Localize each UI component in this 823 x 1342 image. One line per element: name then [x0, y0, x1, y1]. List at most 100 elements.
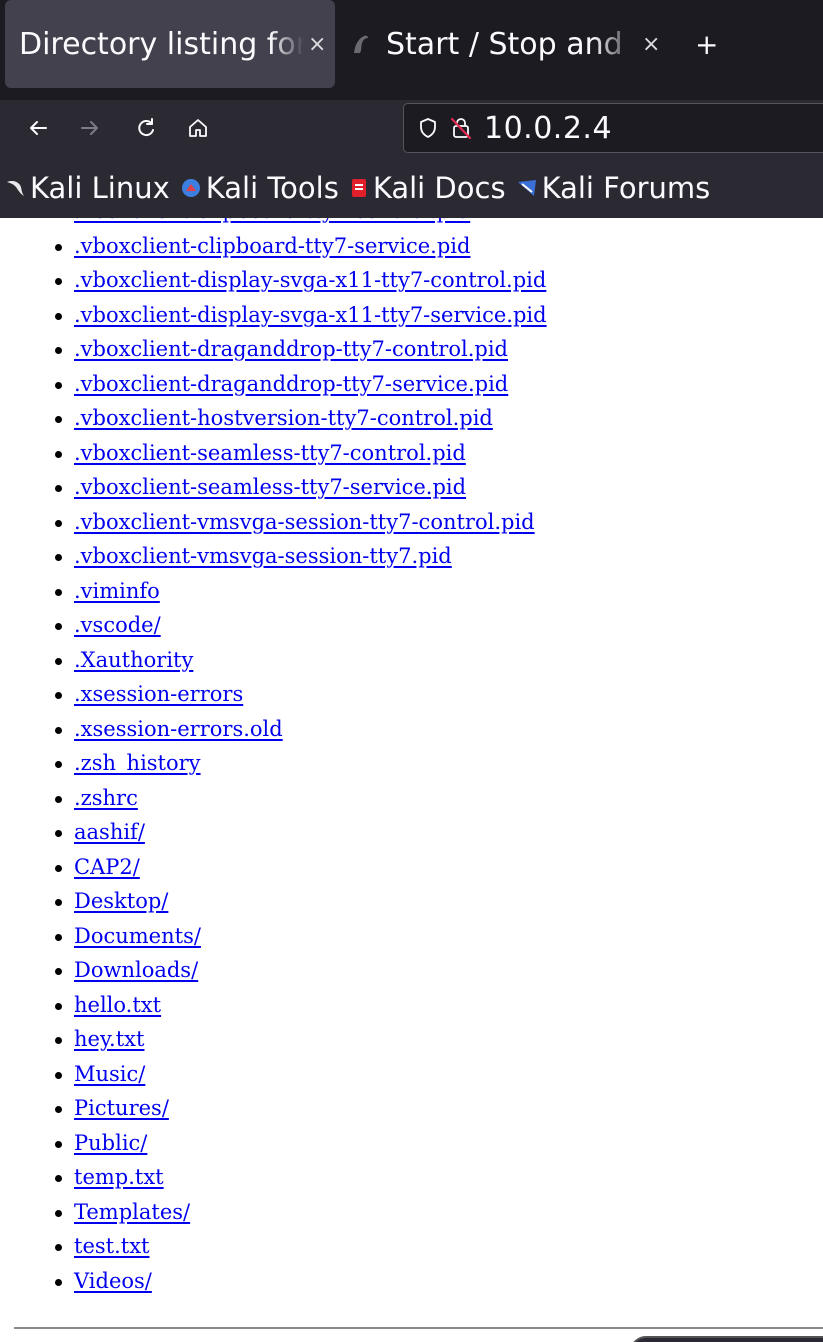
list-item: temp.txt: [30, 1160, 547, 1195]
reload-icon: [138, 118, 154, 137]
list-item: Public/: [30, 1126, 547, 1161]
url-text[interactable]: 10.0.2.4: [484, 111, 612, 146]
bookmarks-toolbar: Kali Linux Kali Tools Kali Docs Kali For…: [0, 158, 823, 218]
url-bar[interactable]: 10.0.2.4: [403, 103, 823, 153]
file-link[interactable]: .vboxclient-clipboard-tty7-control.pid: [74, 218, 470, 223]
bookmark-label: Kali Linux: [30, 171, 170, 205]
shield-icon[interactable]: [418, 117, 438, 139]
kali-docs-icon: [351, 179, 366, 197]
file-link[interactable]: Downloads/: [74, 958, 198, 982]
home-button[interactable]: [180, 110, 216, 146]
list-item: .vboxclient-draganddrop-tty7-service.pid: [30, 367, 547, 402]
tab-directory-listing[interactable]: Directory listing for ×: [5, 0, 335, 88]
file-list: .vboxclient-clipboard-tty7-control.pid .v…: [30, 218, 547, 1298]
file-link[interactable]: CAP2/: [74, 855, 140, 879]
list-item: .vboxclient-seamless-tty7-control.pid: [30, 436, 547, 471]
list-item: .vboxclient-clipboard-tty7-service.pid: [30, 229, 547, 264]
file-link[interactable]: Music/: [74, 1062, 145, 1086]
file-link[interactable]: .xsession-errors.old: [74, 717, 283, 741]
file-link[interactable]: .vboxclient-vmsvga-session-tty7-control.…: [74, 510, 535, 534]
file-link[interactable]: Pictures/: [74, 1096, 169, 1120]
forward-arrow-icon: [81, 121, 98, 135]
file-link[interactable]: .zshrc: [74, 786, 138, 810]
bookmark-label: Kali Tools: [205, 171, 339, 205]
kali-dragon-icon: [354, 35, 368, 53]
list-item: .vboxclient-display-svga-x11-tty7-contro…: [30, 263, 547, 298]
file-link[interactable]: .zsh_history: [74, 751, 201, 775]
tab-close-icon[interactable]: ×: [308, 32, 326, 57]
list-item: CAP2/: [30, 850, 547, 885]
file-link[interactable]: Documents/: [74, 924, 201, 948]
file-link[interactable]: test.txt: [74, 1234, 149, 1258]
file-link[interactable]: .vscode/: [74, 613, 161, 637]
kali-dragon-icon: [7, 181, 24, 196]
list-item: Desktop/: [30, 884, 547, 919]
list-item: Pictures/: [30, 1091, 547, 1126]
list-item: .vboxclient-vmsvga-session-tty7.pid: [30, 539, 547, 574]
list-item: .vboxclient-display-svga-x11-tty7-servic…: [30, 298, 547, 333]
file-link[interactable]: hello.txt: [74, 993, 161, 1017]
tab-title: Directory listing for: [19, 26, 304, 62]
tab-start-stop[interactable]: Start / Stop and ×: [352, 0, 682, 88]
list-item: .xsession-errors: [30, 677, 547, 712]
list-item: Music/: [30, 1057, 547, 1092]
list-item: test.txt: [30, 1229, 547, 1264]
list-item: Videos/: [30, 1264, 547, 1299]
bookmark-kali-tools[interactable]: Kali Tools: [180, 171, 339, 205]
tab-strip: Directory listing for × Start / Stop and…: [0, 0, 823, 100]
forward-button[interactable]: [72, 110, 108, 146]
file-link[interactable]: .viminfo: [74, 579, 160, 603]
file-link[interactable]: Videos/: [74, 1269, 152, 1293]
reload-button[interactable]: [128, 110, 164, 146]
list-item: Documents/: [30, 919, 547, 954]
bookmark-label: Kali Docs: [372, 171, 506, 205]
file-link[interactable]: .vboxclient-seamless-tty7-service.pid: [74, 475, 466, 499]
bookmark-kali-docs[interactable]: Kali Docs: [349, 171, 506, 205]
tab-close-icon[interactable]: ×: [642, 32, 660, 57]
file-link[interactable]: hey.txt: [74, 1027, 144, 1051]
list-item: .xsession-errors.old: [30, 712, 547, 747]
file-link[interactable]: Desktop/: [74, 889, 168, 913]
list-item: .vboxclient-draganddrop-tty7-control.pid: [30, 332, 547, 367]
list-item: .zshrc: [30, 781, 547, 816]
file-link[interactable]: .vboxclient-display-svga-x11-tty7-contro…: [74, 268, 546, 292]
file-link[interactable]: .vboxclient-clipboard-tty7-service.pid: [74, 234, 470, 258]
list-item: .vboxclient-seamless-tty7-service.pid: [30, 470, 547, 505]
file-link[interactable]: .xsession-errors: [74, 682, 243, 706]
list-item: .viminfo: [30, 574, 547, 609]
list-item: .vboxclient-vmsvga-session-tty7-control.…: [30, 505, 547, 540]
file-link[interactable]: aashif/: [74, 820, 145, 844]
file-link[interactable]: Public/: [74, 1131, 147, 1155]
list-item: .vscode/: [30, 608, 547, 643]
page-content: .vboxclient-clipboard-tty7-control.pid .v…: [0, 218, 823, 1342]
back-button[interactable]: [20, 110, 56, 146]
file-link[interactable]: .Xauthority: [74, 648, 193, 672]
bookmark-kali-forums[interactable]: Kali Forums: [516, 171, 711, 205]
file-link[interactable]: Templates/: [74, 1200, 190, 1224]
list-item: hello.txt: [30, 988, 547, 1023]
kali-tools-icon: [181, 179, 200, 197]
back-arrow-icon: [30, 121, 47, 135]
insecure-lock-icon[interactable]: [450, 116, 472, 140]
list-item: .vboxclient-clipboard-tty7-control.pid: [30, 218, 547, 229]
file-link[interactable]: .vboxclient-draganddrop-tty7-service.pid: [74, 372, 508, 396]
list-item: Templates/: [30, 1195, 547, 1230]
list-item: Downloads/: [30, 953, 547, 988]
kali-forums-icon: [517, 180, 536, 196]
file-link[interactable]: .vboxclient-seamless-tty7-control.pid: [74, 441, 466, 465]
file-link[interactable]: temp.txt: [74, 1165, 164, 1189]
bookmark-kali-linux[interactable]: Kali Linux: [6, 171, 170, 205]
file-link[interactable]: .vboxclient-draganddrop-tty7-control.pid: [74, 337, 508, 361]
file-link[interactable]: .vboxclient-vmsvga-session-tty7.pid: [74, 544, 452, 568]
horizontal-rule: [14, 1327, 823, 1329]
bookmark-label: Kali Forums: [541, 171, 711, 205]
list-item: .zsh_history: [30, 746, 547, 781]
tab-title: Start / Stop and: [386, 26, 623, 62]
list-item: .Xauthority: [30, 643, 547, 678]
list-item: .vboxclient-hostversion-tty7-control.pid: [30, 401, 547, 436]
file-link[interactable]: .vboxclient-display-svga-x11-tty7-servic…: [74, 303, 547, 327]
file-link[interactable]: .vboxclient-hostversion-tty7-control.pid: [74, 406, 493, 430]
list-item: aashif/: [30, 815, 547, 850]
home-icon: [189, 119, 207, 137]
new-tab-button[interactable]: +: [695, 30, 718, 60]
